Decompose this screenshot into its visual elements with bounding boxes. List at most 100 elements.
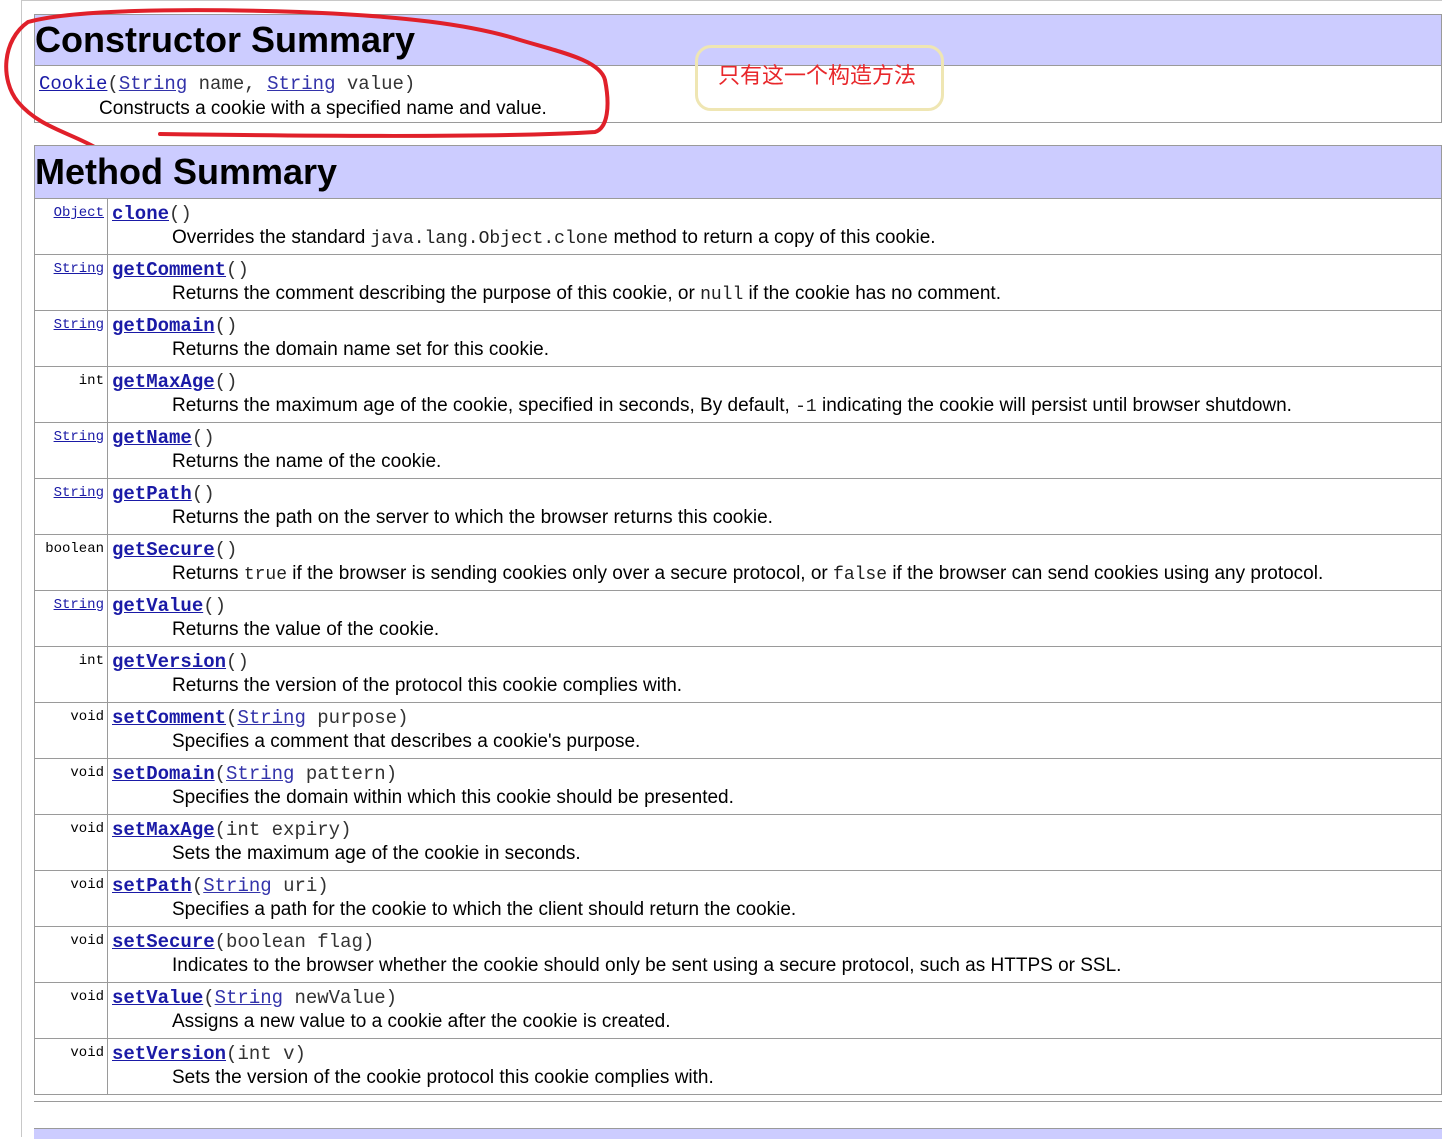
method-description: Returns the name of the cookie. xyxy=(112,449,1437,475)
method-link-getName[interactable]: getName xyxy=(112,427,192,449)
method-detail-cell: setDomain(String pattern) Specifies the d… xyxy=(107,758,1442,815)
paren: ( xyxy=(169,203,181,225)
param-name: v xyxy=(283,1043,295,1065)
method-row-getValue: String getValue() Returns the value of the… xyxy=(34,590,1442,647)
method-signature: getMaxAge() xyxy=(112,371,1437,393)
method-summary-table: Method Summary Object clone() Overrides th… xyxy=(34,145,1442,1095)
method-detail-cell: getValue() Returns the value of the cooki… xyxy=(107,590,1442,647)
method-link-getPath[interactable]: getPath xyxy=(112,483,192,505)
method-link-getValue[interactable]: getValue xyxy=(112,595,203,617)
method-signature: setPath(String uri) xyxy=(112,875,1437,897)
description-text: Specifies the domain within which this c… xyxy=(172,787,734,808)
method-link-setComment[interactable]: setComment xyxy=(112,707,226,729)
method-link-setSecure[interactable]: setSecure xyxy=(112,931,215,953)
method-signature: getDomain() xyxy=(112,315,1437,337)
method-description: Returns true if the browser is sending c… xyxy=(112,561,1437,588)
method-link-clone[interactable]: clone xyxy=(112,203,169,225)
param-name: pattern xyxy=(305,763,386,785)
param-name: purpose xyxy=(317,707,398,729)
description-text: Returns the name of the cookie. xyxy=(172,451,442,472)
description-text: Returns the comment describing the purpo… xyxy=(172,283,701,304)
method-link-getVersion[interactable]: getVersion xyxy=(112,651,226,673)
method-description: Assigns a new value to a cookie after th… xyxy=(112,1009,1437,1035)
method-detail-cell: setMaxAge(int expiry) Sets the maximum ag… xyxy=(107,814,1442,871)
paren: ) xyxy=(237,651,249,673)
return-type-link[interactable]: String xyxy=(54,429,104,445)
method-signature: clone() xyxy=(112,203,1437,225)
paren: ) xyxy=(226,371,238,393)
method-row-getVersion: int getVersion() Returns the version of th… xyxy=(34,646,1442,703)
param-type-link[interactable]: String xyxy=(119,73,187,95)
method-row-getName: String getName() Returns the name of the c… xyxy=(34,422,1442,479)
paren: ) xyxy=(180,203,192,225)
return-type: int xyxy=(78,653,104,669)
method-link-getSecure[interactable]: getSecure xyxy=(112,539,215,561)
method-detail-cell: clone() Overrides the standard java.lang.… xyxy=(107,198,1442,255)
description-text: Returns the domain name set for this coo… xyxy=(172,339,550,360)
return-type-cell: String xyxy=(34,254,108,311)
method-link-getDomain[interactable]: getDomain xyxy=(112,315,215,337)
method-row-getPath: String getPath() Returns the path on the s… xyxy=(34,478,1442,535)
param-name: expiry xyxy=(271,819,341,841)
param-name: value) xyxy=(335,73,416,95)
param-type-link[interactable]: String xyxy=(267,73,335,95)
return-type-link[interactable]: String xyxy=(54,597,104,613)
method-signature: setSecure(boolean flag) xyxy=(112,931,1437,953)
method-row-getComment: String getComment() Returns the comment de… xyxy=(34,254,1442,311)
paren: ( xyxy=(214,315,227,337)
param-name: flag xyxy=(317,931,363,953)
return-type-link[interactable]: Object xyxy=(54,205,104,221)
method-signature: setVersion(int v) xyxy=(112,1043,1437,1065)
return-type-cell: boolean xyxy=(34,534,108,591)
paren: ) xyxy=(226,539,238,561)
method-detail-cell: getComment() Returns the comment describi… xyxy=(107,254,1442,311)
description-text: Returns the version of the protocol this… xyxy=(172,675,683,696)
param-type: int xyxy=(237,1043,272,1065)
description-text: Returns the maximum age of the cookie, s… xyxy=(172,395,796,416)
constructor-link[interactable]: Cookie xyxy=(39,73,107,95)
return-type-link[interactable]: String xyxy=(54,317,104,333)
description-text: Sets the maximum age of the cookie in se… xyxy=(172,843,581,864)
method-description: Returns the comment describing the purpo… xyxy=(112,281,1437,308)
description-text: Returns xyxy=(172,563,244,584)
method-link-getMaxAge[interactable]: getMaxAge xyxy=(112,371,215,393)
return-type-link[interactable]: String xyxy=(54,485,104,501)
description-text: Specifies a comment that describes a coo… xyxy=(172,731,641,752)
method-row-setComment: void setComment(String purpose) Specifies … xyxy=(34,702,1442,759)
methods-inherited-section xyxy=(34,1101,1442,1139)
paren: ( xyxy=(214,371,227,393)
paren: ( xyxy=(203,595,215,617)
method-link-getComment[interactable]: getComment xyxy=(112,259,226,281)
return-type: void xyxy=(70,989,104,1005)
return-type-cell: void xyxy=(34,870,108,927)
method-link-setPath[interactable]: setPath xyxy=(112,875,192,897)
code-literal: java.lang.Object.clone xyxy=(370,229,609,249)
paren: ( xyxy=(214,931,227,953)
param-type: int xyxy=(226,819,261,841)
description-text: indicating the cookie will persist until… xyxy=(816,395,1292,416)
description-text: Returns the value of the cookie. xyxy=(172,619,440,640)
method-link-setValue[interactable]: setValue xyxy=(112,987,203,1009)
param-type-link[interactable]: String xyxy=(203,875,271,897)
param-type: boolean xyxy=(226,931,306,953)
param-name: newValue xyxy=(294,987,386,1009)
method-summary-heading: Method Summary xyxy=(34,145,1442,199)
method-row-clone: Object clone() Overrides the standard java… xyxy=(34,198,1442,255)
method-description: Returns the path on the server to which … xyxy=(112,505,1437,531)
param-name: name, xyxy=(187,73,268,95)
return-type-link[interactable]: String xyxy=(54,261,104,277)
method-link-setVersion[interactable]: setVersion xyxy=(112,1043,226,1065)
paren: ( xyxy=(214,819,227,841)
return-type-cell: String xyxy=(34,310,108,367)
method-signature: getComment() xyxy=(112,259,1437,281)
param-type-link[interactable]: String xyxy=(215,987,283,1009)
return-type: void xyxy=(70,765,104,781)
method-detail-cell: setSecure(boolean flag) Indicates to the … xyxy=(107,926,1442,983)
method-link-setMaxAge[interactable]: setMaxAge xyxy=(112,819,215,841)
param-type-link[interactable]: String xyxy=(226,763,294,785)
param-type-link[interactable]: String xyxy=(237,707,305,729)
paren: ( xyxy=(214,763,227,785)
method-link-setDomain[interactable]: setDomain xyxy=(112,763,215,785)
return-type-cell: String xyxy=(34,422,108,479)
